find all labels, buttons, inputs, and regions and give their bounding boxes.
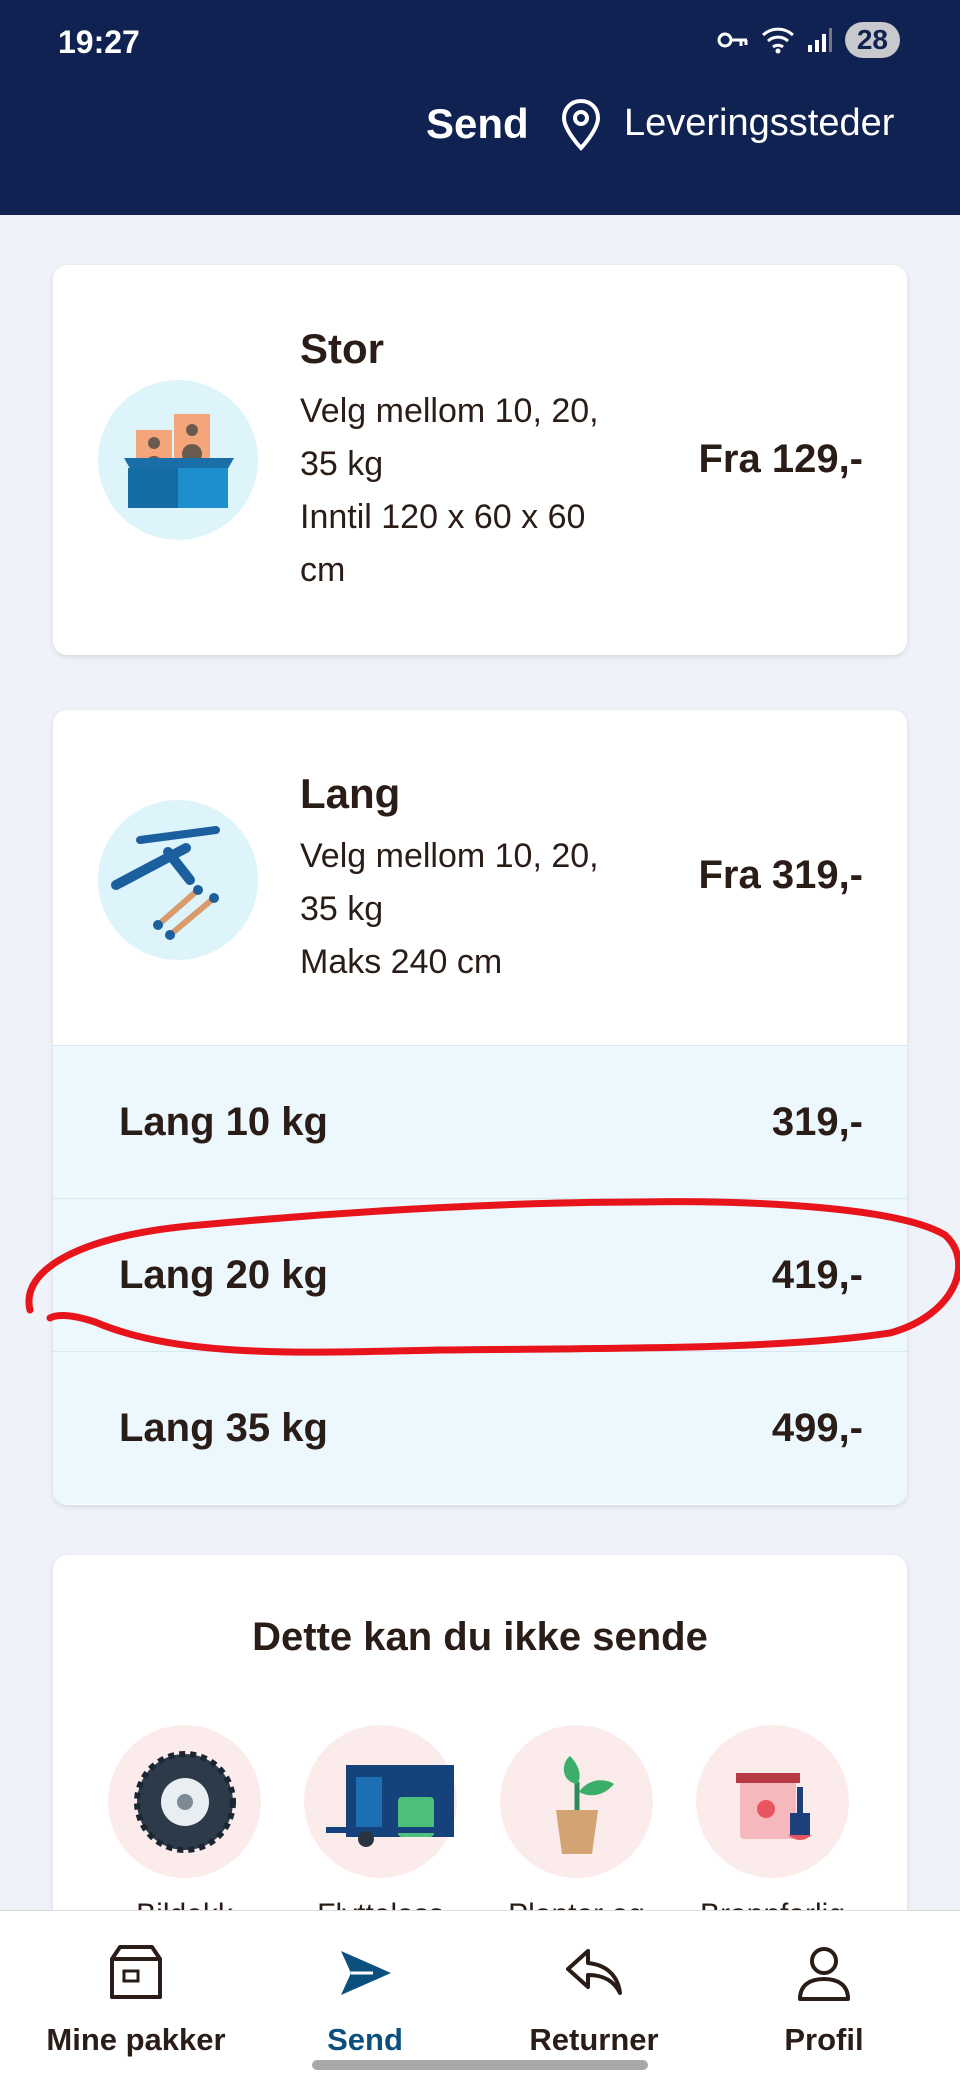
card-description: Velg mellom 10, 20, 35 kg Inntil 120 x 6… <box>300 385 640 597</box>
card-desc-line: cm <box>300 551 346 589</box>
return-icon <box>566 1949 622 1995</box>
location-pin-icon[interactable] <box>558 98 604 152</box>
package-card-stor[interactable]: Stor Velg mellom 10, 20, 35 kg Inntil 12… <box>53 265 907 655</box>
paint-can-icon <box>696 1725 849 1878</box>
nav-mine-pakker[interactable]: Mine pakker <box>36 1941 236 2058</box>
card-description: Velg mellom 10, 20, 35 kg Maks 240 cm <box>300 830 640 989</box>
card-title: Stor <box>300 325 384 372</box>
nav-label: Mine pakker <box>46 2022 226 2057</box>
card-price: Fra 129,- <box>698 437 863 481</box>
vpn-key-icon <box>717 32 748 48</box>
nav-label: Profil <box>784 2022 864 2057</box>
send-icon <box>341 1951 391 1995</box>
restricted-item[interactable]: Brannfarlig <box>696 1725 849 1932</box>
wifi-icon <box>761 27 794 54</box>
weight-option-row[interactable]: Lang 20 kg 419,- <box>53 1198 907 1351</box>
moving-van-icon <box>304 1725 457 1878</box>
package-icon <box>110 1945 162 1999</box>
card-price: Fra 319,- <box>698 853 863 897</box>
nav-profil[interactable]: Profil <box>724 1941 924 2058</box>
nav-returner[interactable]: Returner <box>494 1941 694 2058</box>
restricted-item[interactable]: Planter og <box>500 1725 653 1932</box>
restricted-item[interactable]: Flyttelass <box>304 1725 457 1932</box>
bottom-navigation: Mine pakker Send Returner Profil <box>0 1910 960 2080</box>
weight-option-price: 319,- <box>771 1099 863 1144</box>
restricted-item[interactable]: Bildekk <box>108 1725 261 1932</box>
signal-icon <box>807 28 832 52</box>
tire-icon <box>108 1725 261 1878</box>
status-icons: 28 <box>717 22 900 58</box>
card-desc-line: Inntil 120 x 60 x 60 <box>300 498 586 536</box>
speakers-in-box-icon <box>98 380 258 540</box>
card-desc-line: 35 kg <box>300 445 384 483</box>
weight-option-row[interactable]: Lang 35 kg 499,- <box>53 1351 907 1504</box>
weight-option-price: 419,- <box>771 1252 863 1297</box>
card-desc-line: Maks 240 cm <box>300 943 503 981</box>
restricted-items-list: Bildekk Flyttelass Planter og Brannfarli… <box>108 1725 849 1932</box>
weight-options-list: Lang 10 kg 319,- Lang 20 kg 419,- Lang 3… <box>53 1045 907 1504</box>
package-card-lang[interactable]: Lang Velg mellom 10, 20, 35 kg Maks 240 … <box>53 710 907 1505</box>
card-desc-line: 35 kg <box>300 890 384 928</box>
card-title: Lang <box>300 770 401 817</box>
restricted-title: Dette kan du ikke sende <box>252 1615 708 1659</box>
header-send-title[interactable]: Send <box>426 100 529 148</box>
home-indicator[interactable] <box>312 2060 648 2070</box>
profile-icon <box>798 1947 850 2001</box>
card-desc-line: Velg mellom 10, 20, <box>300 392 599 430</box>
battery-badge: 28 <box>844 22 900 58</box>
app-header: 19:27 28 Send Leveringssteder <box>0 0 960 215</box>
plant-icon <box>500 1725 653 1878</box>
weight-option-label: Lang 35 kg <box>119 1405 328 1450</box>
nav-send[interactable]: Send <box>265 1941 465 2058</box>
delivery-locations-link[interactable]: Leveringssteder <box>624 102 894 145</box>
nav-label: Returner <box>529 2022 659 2057</box>
nav-label: Send <box>327 2022 403 2057</box>
status-time: 19:27 <box>58 24 140 60</box>
weight-option-row[interactable]: Lang 10 kg 319,- <box>53 1045 907 1198</box>
garden-tools-icon <box>98 800 258 960</box>
weight-option-label: Lang 10 kg <box>119 1099 328 1144</box>
weight-option-label: Lang 20 kg <box>119 1252 328 1297</box>
weight-option-price: 499,- <box>771 1405 863 1450</box>
card-desc-line: Velg mellom 10, 20, <box>300 837 599 875</box>
